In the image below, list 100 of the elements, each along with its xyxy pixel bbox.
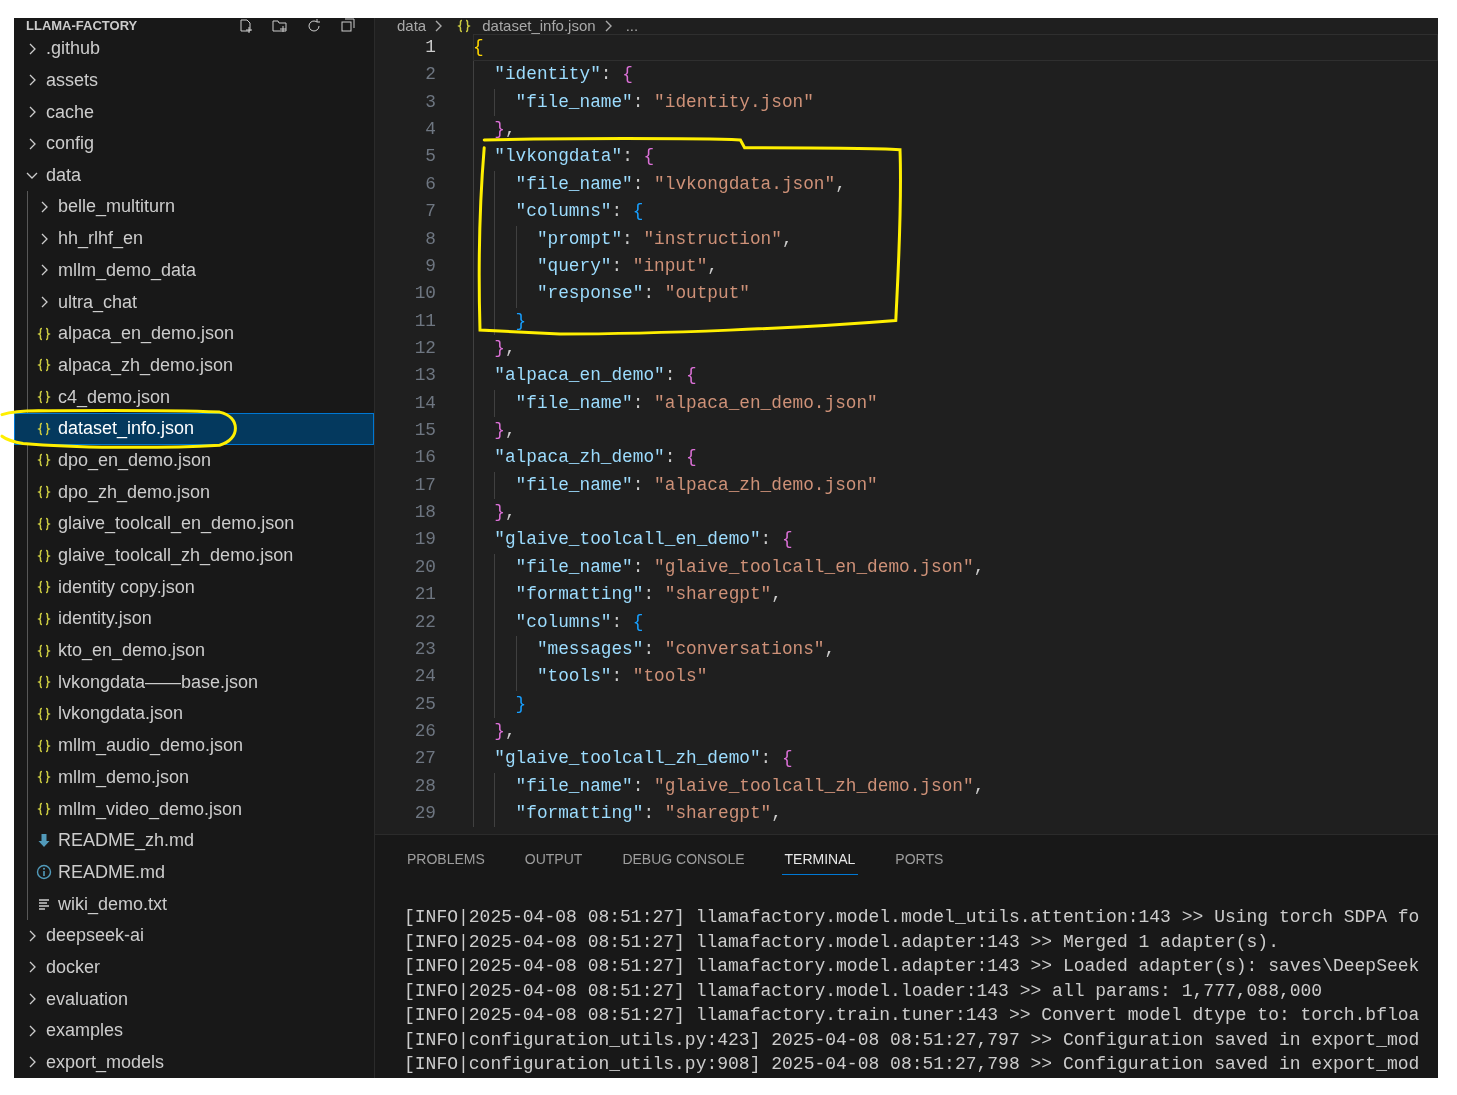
- line-number: 22: [413, 610, 436, 634]
- file-item[interactable]: alpaca_zh_demo.json: [14, 349, 374, 382]
- terminal-line: [INFO|2025-04-08 08:51:27] llamafactory.model.adapter:143 >> Merged 1 adapter(s).: [404, 930, 1280, 954]
- file-item[interactable]: mllm_video_demo.json: [14, 793, 374, 825]
- folder-item[interactable]: config: [14, 127, 374, 160]
- file-item[interactable]: glaive_toolcall_zh_demo.json: [14, 539, 374, 572]
- folder-item[interactable]: evaluation: [14, 983, 374, 1015]
- bracket: {: [686, 364, 697, 388]
- line-number: 5: [424, 145, 436, 169]
- code-line: "file_name": "glaive_toolcall_zh_demo.json",: [473, 772, 1438, 801]
- folder-item[interactable]: deepseek-ai: [14, 919, 374, 952]
- terminal-line: [INFO|2025-04-08 08:51:27] llamafactory.model.adapter:143 >> Loaded adapter(s): saves\DeepSeek: [404, 955, 1421, 978]
- bracket: {: [632, 610, 644, 634]
- braces-icon: [456, 18, 473, 34]
- braces-icon: [36, 452, 52, 469]
- code-line: "alpaca_en_demo": {: [473, 362, 1438, 390]
- line-number: 28: [413, 774, 436, 798]
- code-line: "alpaca_zh_demo": {: [473, 444, 1438, 472]
- folder-item[interactable]: export_models: [14, 1046, 374, 1078]
- panel-tab[interactable]: DEBUG CONSOLE: [619, 849, 748, 875]
- code-line: "formatting": "sharegpt",: [473, 581, 1438, 609]
- braces-icon: [36, 389, 52, 406]
- braces-icon: [36, 769, 52, 786]
- bracket: {: [643, 145, 655, 169]
- line-number: 29: [413, 802, 436, 826]
- bracket: {: [781, 528, 793, 552]
- file-item[interactable]: dpo_en_demo.json: [14, 444, 374, 477]
- more-link[interactable]: ...: [625, 18, 639, 34]
- braces-icon: [36, 801, 52, 818]
- line-number: 7: [424, 200, 436, 224]
- folder-item[interactable]: ultra_chat: [14, 286, 374, 318]
- code-line: },: [473, 417, 1438, 445]
- text-lines-icon: [36, 896, 52, 913]
- panel-tab[interactable]: OUTPUT: [521, 849, 586, 875]
- file-item[interactable]: identity copy.json: [14, 571, 374, 604]
- line-number: 2: [424, 63, 436, 87]
- line-number: 6: [424, 172, 436, 196]
- line-number: 8: [424, 227, 436, 251]
- file-item[interactable]: identity.json: [14, 603, 374, 635]
- file-item[interactable]: dataset_info.json: [14, 412, 374, 445]
- file-item[interactable]: alpaca_en_demo.json: [14, 317, 374, 350]
- file-item[interactable]: lvkongdata.json: [14, 698, 374, 730]
- bracket: {: [686, 446, 697, 470]
- folder-item[interactable]: assets: [14, 64, 374, 97]
- info-icon: [36, 864, 52, 881]
- code-line: "glaive_toolcall_en_demo": {: [473, 526, 1438, 554]
- bracket: }: [494, 419, 505, 443]
- new-folder-icon[interactable]: [272, 18, 288, 34]
- braces-icon: [36, 484, 52, 501]
- code-line: "lvkongdata": {: [473, 143, 1438, 171]
- braces-icon: [36, 674, 52, 691]
- bracket: {: [632, 200, 644, 224]
- file-item[interactable]: dpo_zh_demo.json: [14, 476, 374, 508]
- folder-item[interactable]: data: [14, 159, 374, 192]
- folder-item[interactable]: docker: [14, 951, 374, 984]
- code-line: "prompt": "instruction",: [473, 225, 1438, 253]
- breadcrumb-item[interactable]: dataset_info.json: [482, 18, 596, 34]
- panel-tab[interactable]: PORTS: [892, 849, 947, 875]
- folder-item[interactable]: cache: [14, 96, 374, 128]
- terminal-line: [INFO|2025-04-08 08:51:27] llamafactory.model.model_utils.attention:143 >> Using torch SDPA fo: [404, 906, 1421, 929]
- folder-item[interactable]: hh_rlhf_en: [14, 222, 374, 255]
- folder-item[interactable]: belle_multiturn: [14, 191, 374, 223]
- file-item[interactable]: glaive_toolcall_en_demo.json: [14, 508, 374, 540]
- file-item[interactable]: mllm_audio_demo.json: [14, 729, 374, 762]
- code-line: },: [473, 334, 1438, 363]
- file-item[interactable]: c4_demo.json: [14, 381, 374, 413]
- line-number: 14: [413, 391, 436, 415]
- line-number: 15: [413, 419, 436, 443]
- breadcrumb-item[interactable]: data: [397, 18, 427, 34]
- file-item[interactable]: mllm_demo.json: [14, 761, 374, 794]
- code-line: },: [473, 116, 1438, 144]
- panel-tab[interactable]: PROBLEMS: [404, 849, 488, 875]
- file-item[interactable]: lvkongdata——base.json: [14, 666, 374, 699]
- down-arrow-icon: [36, 832, 52, 849]
- code-line: "formatting": "sharegpt",: [473, 800, 1438, 828]
- panel-tab[interactable]: TERMINAL: [781, 849, 859, 875]
- line-number: 17: [413, 473, 436, 497]
- braces-icon: [36, 515, 52, 532]
- file-item[interactable]: README_zh.md: [14, 824, 374, 857]
- code-line: "file_name": "glaive_toolcall_en_demo.json",: [473, 553, 1438, 582]
- file-item[interactable]: wiki_demo.txt: [14, 888, 374, 920]
- code-line: },: [473, 499, 1438, 527]
- collapse-icon[interactable]: [340, 18, 356, 34]
- code-line: "file_name": "alpaca_zh_demo.json": [473, 471, 1438, 500]
- refresh-icon[interactable]: [306, 18, 322, 34]
- terminal-line: [INFO|configuration_utils.py:423] 2025-04-08 08:51:27,797 >> Configuration saved in export_mod: [404, 1028, 1421, 1052]
- folder-item[interactable]: examples: [14, 1014, 374, 1047]
- code-line: "query": "input",: [473, 252, 1438, 281]
- line-number: 23: [413, 637, 436, 661]
- explorer-title: LLAMA-FACTORY: [26, 18, 138, 33]
- folder-item[interactable]: .github: [14, 33, 374, 65]
- file-item[interactable]: kto_en_demo.json: [14, 634, 374, 667]
- bracket: }: [494, 501, 505, 525]
- new-file-icon[interactable]: [238, 18, 254, 34]
- code-line: "columns": {: [473, 608, 1438, 636]
- line-number: 9: [424, 254, 436, 278]
- line-number: 18: [413, 501, 436, 525]
- folder-item[interactable]: mllm_demo_data: [14, 254, 374, 287]
- braces-icon: [36, 547, 52, 564]
- file-item[interactable]: README.md: [14, 856, 374, 889]
